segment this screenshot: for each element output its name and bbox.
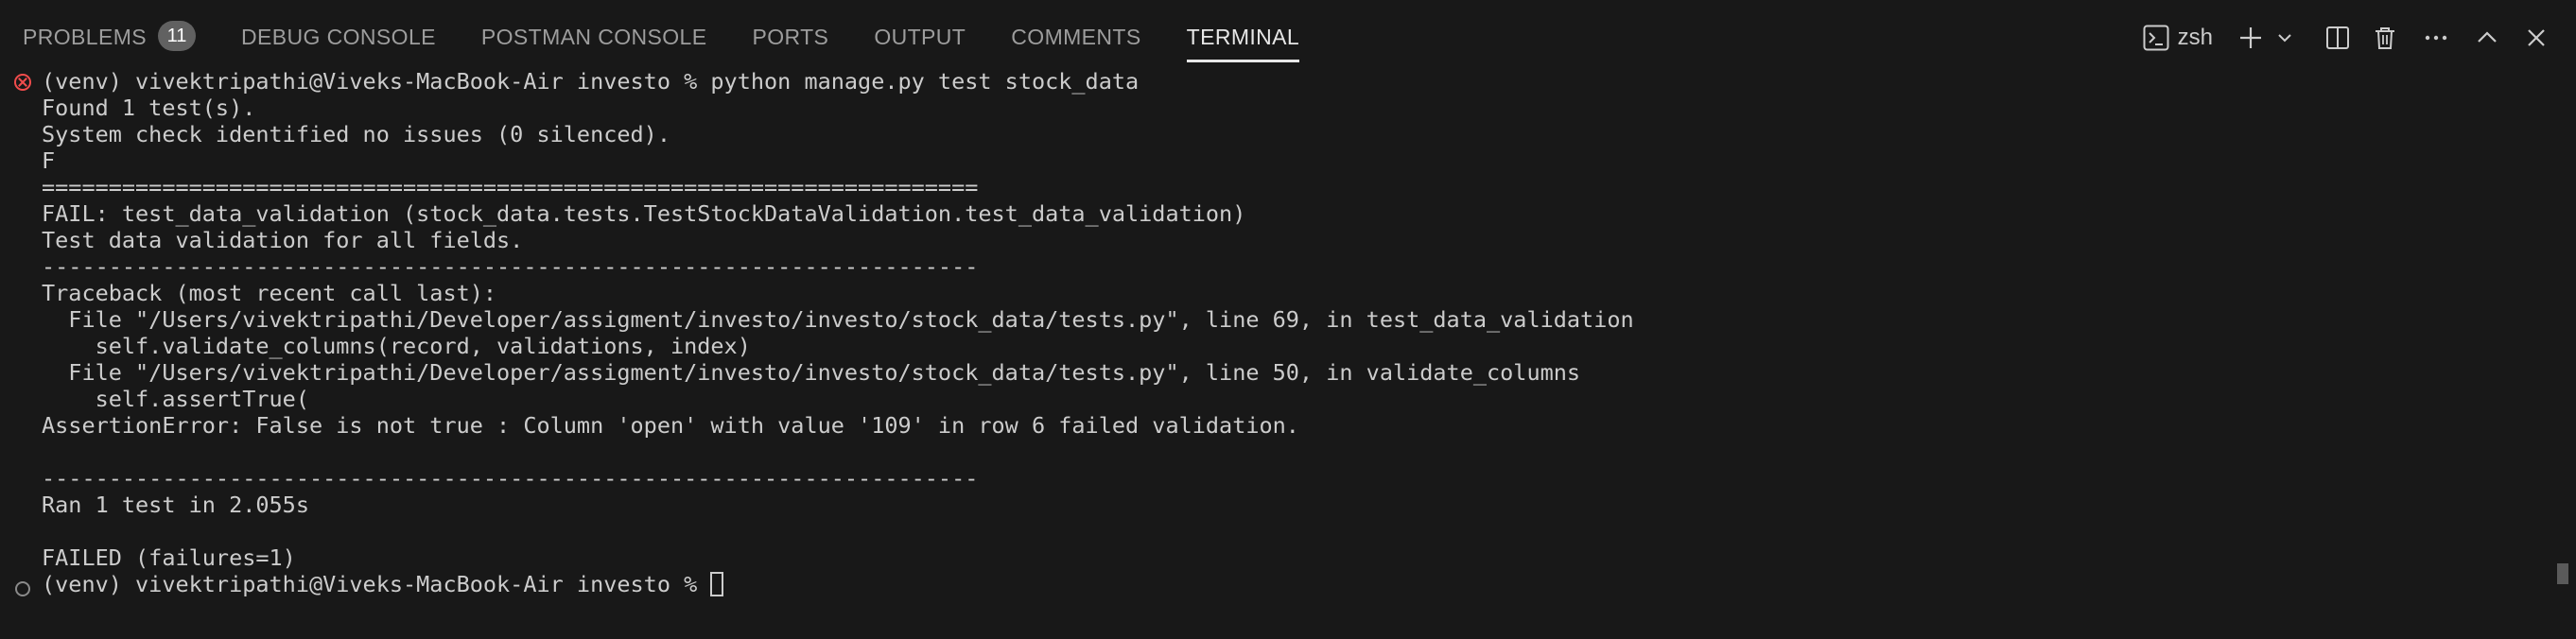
terminal-line: File "/Users/vivektripathi/Developer/ass…: [42, 306, 1634, 333]
terminal-line: FAILED (failures=1): [42, 544, 296, 571]
launch-profile-button[interactable]: [2273, 17, 2296, 59]
tab-label: TERMINAL: [1186, 25, 1300, 49]
tab-postman-console[interactable]: POSTMAN CONSOLE: [481, 13, 707, 62]
tab-debug-console[interactable]: DEBUG CONSOLE: [241, 13, 436, 62]
tab-label: DEBUG CONSOLE: [241, 25, 436, 49]
tab-ports[interactable]: PORTS: [752, 13, 828, 62]
terminal-line: self.assertTrue(: [42, 386, 309, 412]
terminal-shell-selector[interactable]: zsh: [2142, 17, 2213, 59]
tab-label: COMMENTS: [1011, 25, 1141, 49]
panel-tabs: PROBLEMS 11 DEBUG CONSOLE POSTMAN CONSOL…: [23, 13, 1345, 62]
tab-label: POSTMAN CONSOLE: [480, 25, 707, 49]
command-failed-icon: [14, 74, 31, 91]
terminal-line: ========================================…: [42, 174, 979, 200]
split-icon: [2324, 25, 2351, 51]
terminal-line: Traceback (most recent call last):: [42, 280, 497, 306]
tab-comments[interactable]: COMMENTS: [1011, 13, 1140, 62]
terminal-line: ----------------------------------------…: [42, 253, 979, 280]
more-actions-button[interactable]: [2415, 17, 2457, 59]
chevron-up-icon: [2475, 26, 2499, 50]
terminal-line: AssertionError: False is not true : Colu…: [42, 412, 1299, 439]
terminal-line: FAIL: test_data_validation (stock_data.t…: [42, 200, 1246, 227]
panel-header: PROBLEMS 11 DEBUG CONSOLE POSTMAN CONSOL…: [0, 0, 2576, 66]
terminal-line: System check identified no issues (0 sil…: [42, 121, 670, 147]
plus-icon: [2237, 25, 2264, 51]
terminal-line: F: [42, 147, 56, 174]
ellipsis-icon: [2423, 25, 2449, 51]
shell-name: zsh: [2177, 25, 2213, 50]
terminal-icon: [2142, 24, 2170, 52]
trash-icon: [2372, 25, 2398, 51]
kill-terminal-button[interactable]: [2364, 17, 2406, 59]
terminal-line: self.validate_columns(record, validation…: [42, 333, 751, 359]
new-terminal-button[interactable]: [2230, 17, 2271, 59]
tab-label: PORTS: [752, 25, 829, 49]
tab-label: PROBLEMS: [23, 25, 148, 49]
close-panel-button[interactable]: [2515, 17, 2557, 59]
close-icon: [2524, 26, 2549, 50]
terminal-output[interactable]: (venv) vivektripathi@Viveks-MacBook-Air …: [0, 68, 2544, 635]
tab-terminal[interactable]: TERMINAL: [1186, 13, 1300, 62]
scrollbar-thumb[interactable]: [2557, 563, 2568, 584]
problems-count-badge: 11: [158, 21, 197, 51]
terminal-scrollbar[interactable]: [2548, 68, 2576, 639]
terminal-line: Found 1 test(s).: [42, 95, 256, 121]
tab-label: OUTPUT: [874, 25, 966, 49]
chevron-down-icon: [2276, 29, 2293, 46]
terminal-line: (venv) vivektripathi@Viveks-MacBook-Air …: [42, 68, 1140, 95]
terminal-line: Test data validation for all fields.: [42, 227, 524, 253]
split-terminal-button[interactable]: [2317, 17, 2358, 59]
terminal-actions: zsh: [2134, 17, 2557, 59]
tab-output[interactable]: OUTPUT: [874, 13, 966, 62]
maximize-panel-button[interactable]: [2466, 17, 2508, 59]
command-idle-icon: [15, 581, 30, 596]
terminal-cursor: [710, 572, 724, 596]
tab-problems[interactable]: PROBLEMS 11: [23, 13, 197, 62]
terminal-prompt: (venv) vivektripathi@Viveks-MacBook-Air …: [42, 571, 711, 597]
terminal-line: File "/Users/vivektripathi/Developer/ass…: [42, 359, 1581, 386]
terminal-line: ----------------------------------------…: [42, 465, 979, 492]
terminal-line: Ran 1 test in 2.055s: [42, 492, 309, 518]
terminal-prompt-line: (venv) vivektripathi@Viveks-MacBook-Air …: [42, 571, 724, 597]
